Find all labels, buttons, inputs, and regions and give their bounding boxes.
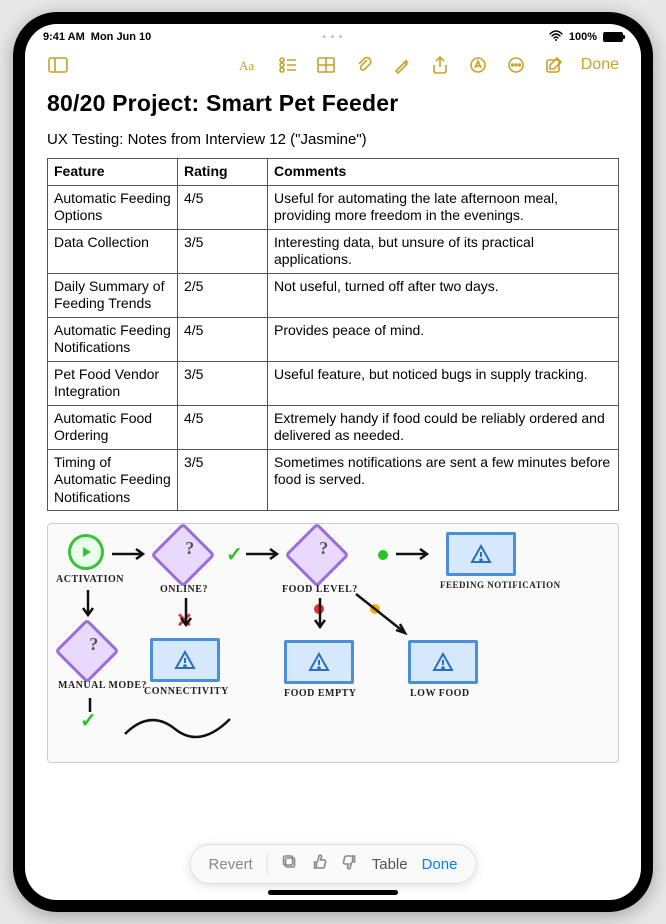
flowchart-sketch[interactable]: ACTIVATION ? ONLINE? ✓ ? FOOD LEVEL? [47,523,619,763]
foodlevel-decision-node: ? [284,522,349,587]
cell-feature[interactable]: Automatic Food Ordering [48,405,178,449]
attachment-icon[interactable] [347,50,381,80]
cell-feature[interactable]: Automatic Feeding Options [48,185,178,229]
online-decision-node: ? [150,522,215,587]
multitask-dots-icon[interactable]: • • • [322,32,343,43]
thumbs-up-icon[interactable] [312,854,328,874]
separator [267,853,268,875]
table-row[interactable]: Daily Summary of Feeding Trends2/5Not us… [48,273,619,317]
cell-comment[interactable]: Interesting data, but unsure of its prac… [268,229,619,273]
table-header-row: Feature Rating Comments [48,159,619,186]
screen: 9:41 AM Mon Jun 10 • • • 100% Aa [25,24,641,900]
table-icon[interactable] [309,50,343,80]
th-rating[interactable]: Rating [178,159,268,186]
cell-rating[interactable]: 3/5 [178,361,268,405]
feedback-table[interactable]: Feature Rating Comments Automatic Feedin… [47,158,619,511]
format-text-icon[interactable]: Aa [233,50,267,80]
feednotif-label: FEEDING NOTIFICATION [440,580,561,590]
battery-pct: 100% [569,31,597,43]
status-date: Mon Jun 10 [91,31,152,43]
note-content[interactable]: 80/20 Project: Smart Pet Feeder UX Testi… [25,84,641,900]
foodempty-label: FOOD EMPTY [284,688,357,699]
status-bar: 9:41 AM Mon Jun 10 • • • 100% [25,24,641,46]
cell-rating[interactable]: 4/5 [178,185,268,229]
copy-icon[interactable] [282,854,298,874]
svg-text:Aa: Aa [239,58,254,73]
cell-comment[interactable]: Provides peace of mind. [268,317,619,361]
more-icon[interactable] [499,50,533,80]
cell-rating[interactable]: 3/5 [178,229,268,273]
connectivity-node [150,638,220,682]
cell-feature[interactable]: Automatic Feeding Notifications [48,317,178,361]
cell-feature[interactable]: Timing of Automatic Feeding Notification… [48,449,178,511]
green-dot-icon [378,550,388,560]
foodlevel-label: FOOD LEVEL? [282,584,358,595]
activation-label: ACTIVATION [56,574,124,585]
ai-result-bar: Revert Table Done [190,844,477,884]
foodempty-node [284,640,354,684]
note-subtitle[interactable]: UX Testing: Notes from Interview 12 ("Ja… [47,131,619,148]
ai-tools-icon[interactable] [385,50,419,80]
home-indicator[interactable] [268,890,398,895]
sidebar-toggle-icon[interactable] [41,50,75,80]
online-label: ONLINE? [160,584,208,595]
share-icon[interactable] [423,50,457,80]
cell-comment[interactable]: Not useful, turned off after two days. [268,273,619,317]
thumbs-down-icon[interactable] [342,854,358,874]
battery-icon [603,32,623,42]
table-row[interactable]: Pet Food Vendor Integration3/5Useful fea… [48,361,619,405]
table-row[interactable]: Automatic Feeding Options4/5Useful for a… [48,185,619,229]
result-label: Table [372,856,408,873]
wifi-icon [549,30,563,44]
cell-feature[interactable]: Daily Summary of Feeding Trends [48,273,178,317]
th-comments[interactable]: Comments [268,159,619,186]
cell-rating[interactable]: 4/5 [178,317,268,361]
markup-icon[interactable] [461,50,495,80]
manual-label: MANUAL MODE? [58,680,147,691]
table-row[interactable]: Automatic Feeding Notifications4/5Provid… [48,317,619,361]
cell-rating[interactable]: 2/5 [178,273,268,317]
cell-comment[interactable]: Useful feature, but noticed bugs in supp… [268,361,619,405]
cell-feature[interactable]: Pet Food Vendor Integration [48,361,178,405]
cell-feature[interactable]: Data Collection [48,229,178,273]
compose-icon[interactable] [537,50,571,80]
revert-button[interactable]: Revert [209,856,253,873]
checklist-icon[interactable] [271,50,305,80]
cell-comment[interactable]: Sometimes notifications are sent a few m… [268,449,619,511]
done-button[interactable]: Done [575,56,625,74]
table-row[interactable]: Timing of Automatic Feeding Notification… [48,449,619,511]
feeding-notification-node [446,532,516,576]
check-icon: ✓ [226,542,243,567]
connectivity-label: CONNECTIVITY [144,686,229,697]
manual-decision-node: ? [54,618,119,683]
th-feature[interactable]: Feature [48,159,178,186]
lowfood-node [408,640,478,684]
cell-comment[interactable]: Useful for automating the late afternoon… [268,185,619,229]
note-title[interactable]: 80/20 Project: Smart Pet Feeder [47,90,619,117]
table-row[interactable]: Automatic Food Ordering4/5Extremely hand… [48,405,619,449]
ipad-device: 9:41 AM Mon Jun 10 • • • 100% Aa [13,12,653,912]
lowfood-label: LOW FOOD [410,688,470,699]
notes-toolbar: Aa [25,46,641,84]
activation-node [68,534,104,570]
cell-comment[interactable]: Extremely handy if food could be reliabl… [268,405,619,449]
floatbar-done-button[interactable]: Done [422,856,458,873]
cell-rating[interactable]: 4/5 [178,405,268,449]
status-time: 9:41 AM [43,31,85,43]
table-row[interactable]: Data Collection3/5Interesting data, but … [48,229,619,273]
cell-rating[interactable]: 3/5 [178,449,268,511]
